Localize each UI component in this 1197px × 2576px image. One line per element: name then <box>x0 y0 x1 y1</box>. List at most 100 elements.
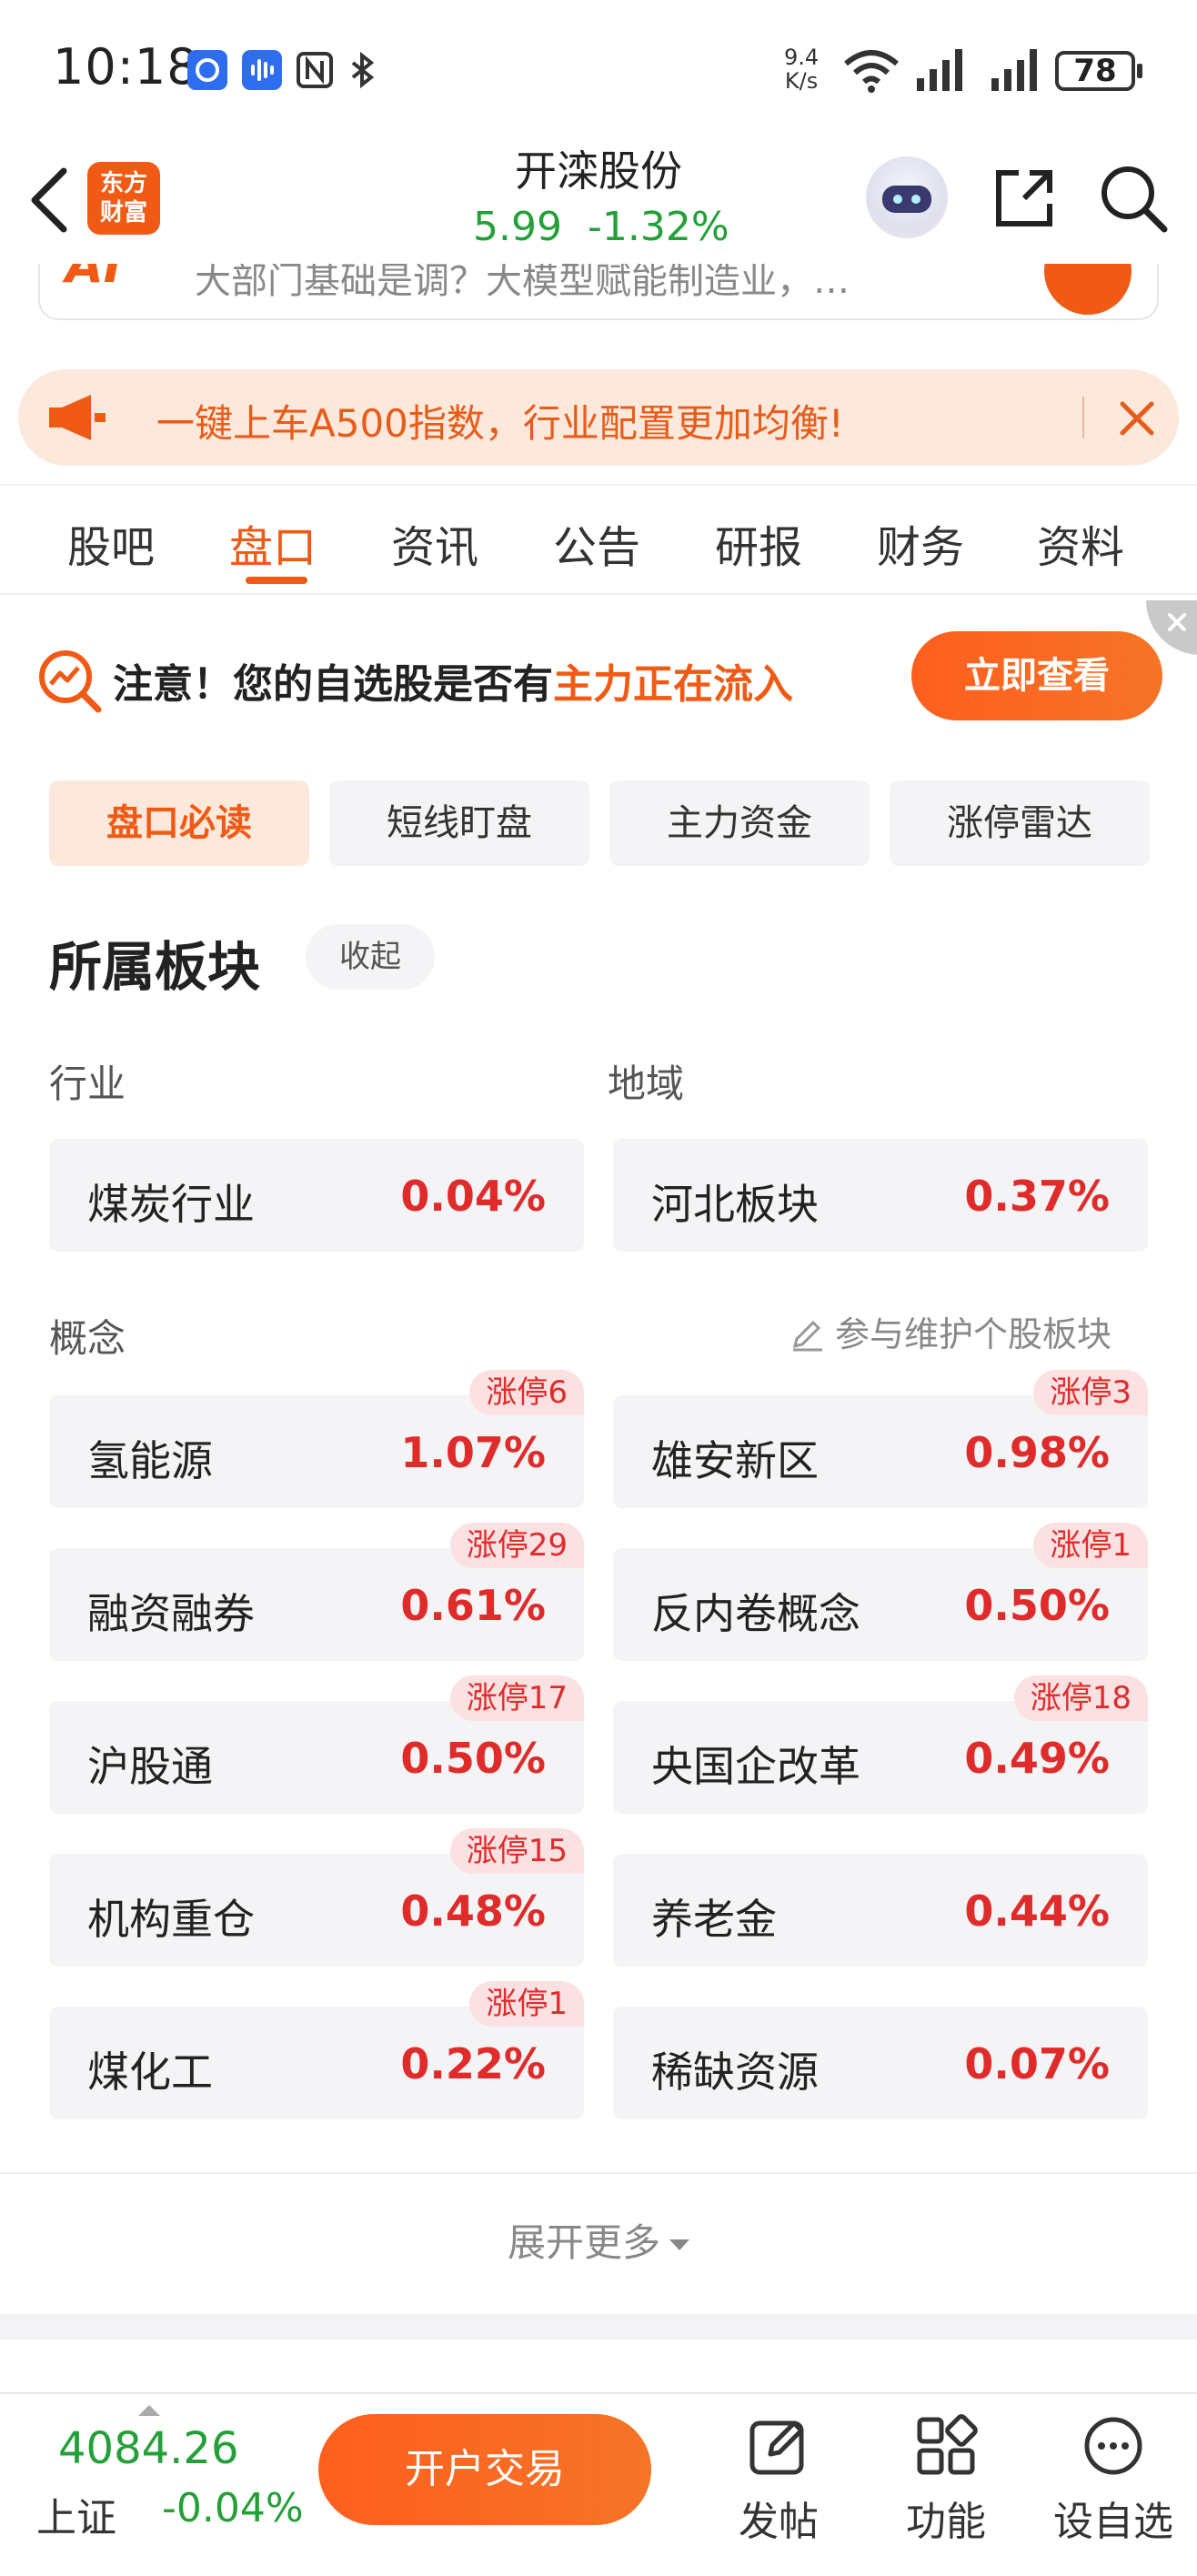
wifi-icon <box>844 50 899 93</box>
capital-flow-notice[interactable]: 注意！您的自选股是否有主力正在流入 立即查看 <box>0 600 1197 746</box>
index-change[interactable]: -0.04% <box>162 2485 304 2531</box>
concept-change: 0.50% <box>400 1734 546 1783</box>
caret-down-icon <box>669 2239 689 2250</box>
index-value[interactable]: 4084.26 <box>58 2423 239 2474</box>
industry-label: 行业 <box>49 1062 126 1106</box>
tab-guba[interactable]: 股吧 <box>67 511 155 575</box>
status-time: 10:18 <box>53 38 199 96</box>
concept-card[interactable]: 沪股通 0.50% 涨停17 <box>49 1675 584 1814</box>
subtab-must-read[interactable]: 盘口必读 <box>49 780 309 866</box>
grid-icon <box>917 2414 978 2475</box>
stock-header: 东方 财富 开滦股份 5.99 -1.32% <box>0 136 1197 268</box>
limit-up-badge: 涨停3 <box>1033 1370 1148 1415</box>
expand-more-button[interactable]: 展开更多 <box>0 2212 1197 2268</box>
tab-announcements[interactable]: 公告 <box>553 511 640 575</box>
view-now-button[interactable]: 立即查看 <box>911 631 1162 720</box>
bottom-bar: 4084.26 上证 -0.04% 开户交易 发帖 功能 设自选 <box>0 2392 1197 2576</box>
tab-profile[interactable]: 资料 <box>1037 511 1124 575</box>
concept-name: 养老金 <box>651 1895 777 1944</box>
notice-text: 注意！您的自选股是否有主力正在流入 <box>113 661 793 708</box>
ai-promo-logo: AI <box>65 264 122 294</box>
add-watchlist-button[interactable]: 设自选 <box>1041 2414 1186 2547</box>
concept-name: 雄安新区 <box>651 1436 819 1485</box>
chevron-right-icon[interactable] <box>1044 264 1132 315</box>
concept-card[interactable]: 氢能源 1.07% 涨停6 <box>49 1370 584 1508</box>
signal-icon <box>917 49 962 91</box>
status-bar: 10:18 9.4 K/s 78 <box>0 0 1197 136</box>
divider <box>0 2172 1197 2174</box>
concept-card[interactable]: 机构重仓 0.48% 涨停15 <box>49 1828 584 1967</box>
limit-up-badge: 涨停17 <box>449 1675 584 1721</box>
edit-icon <box>792 1320 822 1352</box>
active-tab-indicator <box>246 577 307 584</box>
concept-name: 沪股通 <box>87 1742 213 1791</box>
concept-card[interactable]: 煤化工 0.22% 涨停1 <box>49 1981 584 2119</box>
close-icon[interactable] <box>1110 391 1164 446</box>
concept-change: 0.22% <box>400 2039 546 2088</box>
concept-change: 0.98% <box>964 1428 1110 1477</box>
megaphone-icon <box>49 395 106 440</box>
tab-research[interactable]: 研报 <box>715 511 802 575</box>
more-icon <box>1084 2417 1142 2475</box>
sector-name: 煤炭行业 <box>87 1180 255 1229</box>
maintain-sectors-link[interactable]: 参与维护个股板块 <box>790 1306 1112 1356</box>
open-account-trade-button[interactable]: 开户交易 <box>318 2414 651 2525</box>
region-label: 地域 <box>608 1062 685 1106</box>
divider <box>0 593 1197 595</box>
network-speed: 9.4 K/s <box>784 45 820 94</box>
close-icon[interactable] <box>1146 600 1197 655</box>
concept-name: 氢能源 <box>87 1436 213 1485</box>
sector-card-region[interactable]: 河北板块 0.37% <box>613 1139 1148 1252</box>
sector-name: 河北板块 <box>651 1180 819 1229</box>
sector-card-industry[interactable]: 煤炭行业 0.04% <box>49 1139 584 1252</box>
share-icon[interactable] <box>988 162 1061 235</box>
promo-banner[interactable]: 一键上车A500指数，行业配置更加均衡! <box>18 369 1179 466</box>
concept-name: 机构重仓 <box>87 1895 255 1944</box>
index-name[interactable]: 上证 <box>36 2485 116 2543</box>
limit-up-badge: 涨停1 <box>469 1981 584 2027</box>
section-separator <box>0 2314 1197 2340</box>
concept-name: 央国企改革 <box>651 1742 860 1791</box>
notice-highlight: 主力正在流入 <box>553 661 793 708</box>
trend-search-icon <box>39 650 102 713</box>
tab-pankou[interactable]: 盘口 <box>229 511 317 575</box>
sector-change: 0.37% <box>964 1172 1110 1221</box>
concept-name: 反内卷概念 <box>651 1589 860 1638</box>
signal-icon <box>991 49 1037 91</box>
search-icon[interactable] <box>1097 162 1170 235</box>
tab-finance[interactable]: 财务 <box>877 511 964 575</box>
stock-price: 5.99 <box>473 204 562 250</box>
concept-card[interactable]: 央国企改革 0.49% 涨停18 <box>613 1675 1148 1814</box>
section-title: 所属板块 <box>49 936 261 998</box>
collapse-button[interactable]: 收起 <box>306 924 435 990</box>
concept-card[interactable]: 雄安新区 0.98% 涨停3 <box>613 1370 1148 1508</box>
subtab-limit-up-radar[interactable]: 涨停雷达 <box>890 780 1150 866</box>
post-button[interactable]: 发帖 <box>706 2414 851 2547</box>
concept-card[interactable]: 反内卷概念 0.50% 涨停1 <box>613 1523 1148 1661</box>
concept-card[interactable]: 养老金 0.44% <box>613 1854 1148 1967</box>
subtab-short-term[interactable]: 短线盯盘 <box>329 780 589 866</box>
concept-name: 融资融券 <box>87 1589 255 1638</box>
nfc-icon <box>295 50 335 90</box>
limit-up-badge: 涨停18 <box>1013 1675 1148 1721</box>
concept-change: 0.44% <box>964 1887 1110 1936</box>
function-button[interactable]: 功能 <box>873 2414 1019 2547</box>
concept-change: 0.48% <box>400 1887 546 1936</box>
promo-banner-text: 一键上车A500指数，行业配置更加均衡! <box>156 401 844 446</box>
concept-name: 煤化工 <box>87 2048 213 2097</box>
concept-card[interactable]: 稀缺资源 0.07% <box>613 2007 1148 2119</box>
bluetooth-icon <box>342 50 382 90</box>
concept-card[interactable]: 融资融券 0.61% 涨停29 <box>49 1523 584 1661</box>
stock-change: -1.32% <box>588 204 729 250</box>
banner-separator <box>1082 397 1084 438</box>
ai-promo-text: 大部门基础是调？大模型赋能制造业，… <box>195 264 850 302</box>
subtab-main-funds[interactable]: 主力资金 <box>609 780 870 866</box>
concept-change: 0.50% <box>964 1581 1110 1630</box>
battery-icon: 78 <box>1055 51 1142 91</box>
ai-promo-card[interactable]: AI 大部门基础是调？大模型赋能制造业，… <box>38 264 1159 320</box>
ai-assistant-icon[interactable] <box>866 156 948 238</box>
tab-news[interactable]: 资讯 <box>391 511 478 575</box>
concept-change: 0.61% <box>400 1581 546 1630</box>
concept-change: 1.07% <box>400 1428 546 1477</box>
caret-up-icon[interactable] <box>138 2405 160 2416</box>
